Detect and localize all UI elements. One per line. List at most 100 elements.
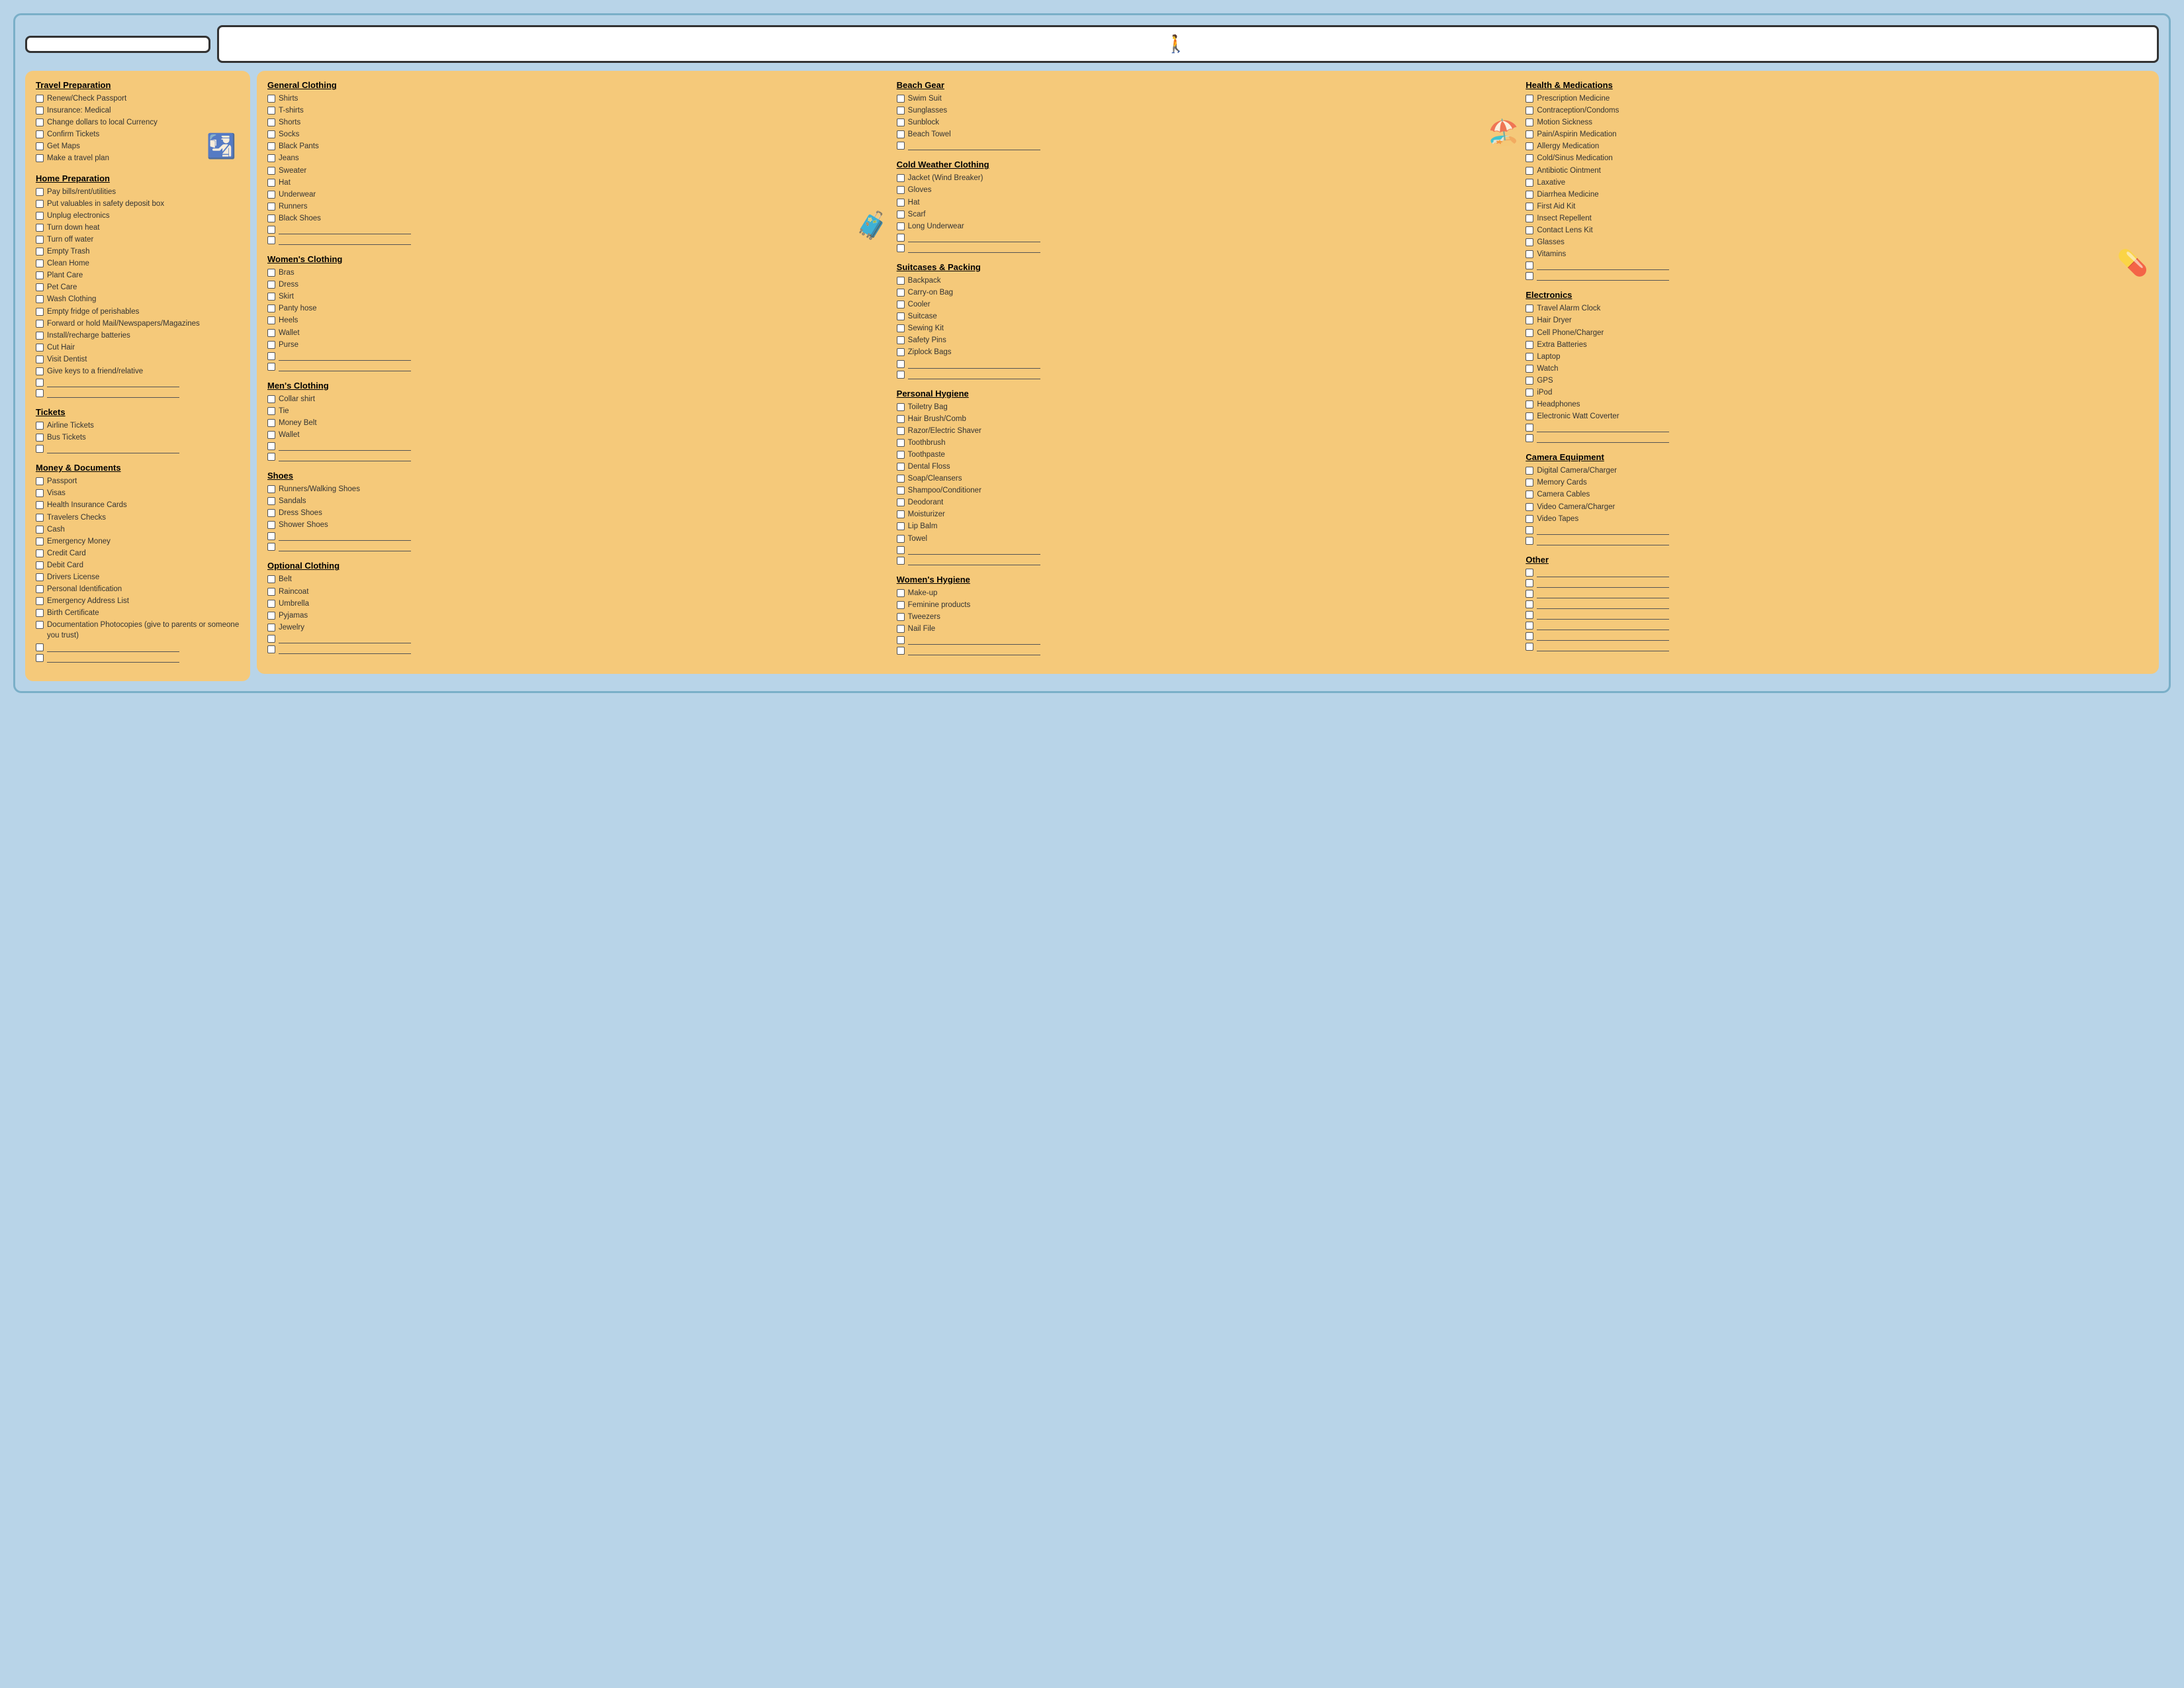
checkbox-womens-hygiene-2[interactable] [897,613,905,621]
checkbox-travel-prep-4[interactable] [36,142,44,150]
checkbox-general-clothing-5[interactable] [267,154,275,162]
checkbox-money-docs-12[interactable] [36,621,44,629]
checkbox-health-meds-5[interactable] [1525,154,1533,162]
checkbox-electronics-9[interactable] [1525,412,1533,420]
checkbox-money-docs-6[interactable] [36,549,44,557]
checkbox-blank-personal-hygiene-1[interactable] [897,557,905,565]
checkbox-camera-0[interactable] [1525,467,1533,475]
checkbox-money-docs-3[interactable] [36,514,44,522]
checkbox-camera-2[interactable] [1525,491,1533,498]
checkbox-personal-hygiene-4[interactable] [897,451,905,459]
checkbox-blank-suitcases-0[interactable] [897,360,905,368]
checkbox-electronics-5[interactable] [1525,365,1533,373]
checkbox-home-prep-2[interactable] [36,212,44,220]
checkbox-home-prep-10[interactable] [36,308,44,316]
checkbox-personal-hygiene-3[interactable] [897,439,905,447]
checkbox-optional-clothing-2[interactable] [267,600,275,608]
checkbox-womens-clothing-3[interactable] [267,305,275,312]
checkbox-blank-tickets-0[interactable] [36,445,44,453]
checkbox-electronics-7[interactable] [1525,389,1533,397]
checkbox-electronics-4[interactable] [1525,353,1533,361]
checkbox-home-prep-4[interactable] [36,236,44,244]
checkbox-general-clothing-10[interactable] [267,214,275,222]
checkbox-blank-other-6[interactable] [1525,632,1533,640]
checkbox-travel-prep-2[interactable] [36,118,44,126]
checkbox-home-prep-6[interactable] [36,259,44,267]
checkbox-travel-prep-0[interactable] [36,95,44,103]
checkbox-money-docs-10[interactable] [36,597,44,605]
checkbox-personal-hygiene-9[interactable] [897,510,905,518]
checkbox-suitcases-1[interactable] [897,289,905,297]
checkbox-personal-hygiene-2[interactable] [897,427,905,435]
checkbox-electronics-1[interactable] [1525,316,1533,324]
checkbox-health-meds-7[interactable] [1525,179,1533,187]
checkbox-money-docs-1[interactable] [36,489,44,497]
checkbox-shoes-2[interactable] [267,509,275,517]
checkbox-electronics-3[interactable] [1525,341,1533,349]
checkbox-health-meds-1[interactable] [1525,107,1533,115]
checkbox-suitcases-0[interactable] [897,277,905,285]
checkbox-suitcases-5[interactable] [897,336,905,344]
checkbox-health-meds-9[interactable] [1525,203,1533,211]
checkbox-blank-home-prep-0[interactable] [36,379,44,387]
checkbox-electronics-0[interactable] [1525,305,1533,312]
checkbox-beach-gear-3[interactable] [897,130,905,138]
checkbox-blank-other-0[interactable] [1525,569,1533,577]
checkbox-womens-clothing-2[interactable] [267,293,275,301]
checkbox-beach-gear-2[interactable] [897,118,905,126]
checkbox-general-clothing-2[interactable] [267,118,275,126]
checkbox-womens-hygiene-1[interactable] [897,601,905,609]
checkbox-home-prep-11[interactable] [36,320,44,328]
checkbox-optional-clothing-4[interactable] [267,624,275,632]
checkbox-suitcases-2[interactable] [897,301,905,308]
checkbox-camera-3[interactable] [1525,503,1533,511]
checkbox-personal-hygiene-0[interactable] [897,403,905,411]
checkbox-electronics-8[interactable] [1525,400,1533,408]
checkbox-health-meds-3[interactable] [1525,130,1533,138]
checkbox-blank-camera-1[interactable] [1525,537,1533,545]
checkbox-blank-general-clothing-1[interactable] [267,236,275,244]
checkbox-general-clothing-8[interactable] [267,191,275,199]
checkbox-cold-weather-1[interactable] [897,186,905,194]
checkbox-blank-other-1[interactable] [1525,579,1533,587]
checkbox-money-docs-5[interactable] [36,538,44,545]
checkbox-blank-shoes-1[interactable] [267,543,275,551]
checkbox-suitcases-3[interactable] [897,312,905,320]
checkbox-blank-other-7[interactable] [1525,643,1533,651]
checkbox-health-meds-6[interactable] [1525,167,1533,175]
checkbox-money-docs-7[interactable] [36,561,44,569]
checkbox-home-prep-14[interactable] [36,355,44,363]
checkbox-money-docs-8[interactable] [36,573,44,581]
checkbox-blank-shoes-0[interactable] [267,532,275,540]
checkbox-health-meds-12[interactable] [1525,238,1533,246]
checkbox-personal-hygiene-8[interactable] [897,498,905,506]
checkbox-money-docs-11[interactable] [36,609,44,617]
checkbox-general-clothing-0[interactable] [267,95,275,103]
checkbox-travel-prep-5[interactable] [36,154,44,162]
checkbox-optional-clothing-0[interactable] [267,575,275,583]
checkbox-health-meds-2[interactable] [1525,118,1533,126]
checkbox-blank-womens-clothing-0[interactable] [267,352,275,360]
checkbox-general-clothing-1[interactable] [267,107,275,115]
checkbox-blank-womens-clothing-1[interactable] [267,363,275,371]
checkbox-cold-weather-0[interactable] [897,174,905,182]
checkbox-blank-personal-hygiene-0[interactable] [897,546,905,554]
checkbox-home-prep-1[interactable] [36,200,44,208]
checkbox-general-clothing-9[interactable] [267,203,275,211]
checkbox-home-prep-9[interactable] [36,295,44,303]
checkbox-mens-clothing-1[interactable] [267,407,275,415]
checkbox-suitcases-4[interactable] [897,324,905,332]
checkbox-blank-health-meds-1[interactable] [1525,272,1533,280]
checkbox-shoes-0[interactable] [267,485,275,493]
checkbox-beach-gear-0[interactable] [897,95,905,103]
checkbox-personal-hygiene-6[interactable] [897,475,905,483]
checkbox-blank-womens-hygiene-0[interactable] [897,636,905,644]
checkbox-mens-clothing-2[interactable] [267,419,275,427]
checkbox-home-prep-12[interactable] [36,332,44,340]
checkbox-health-meds-11[interactable] [1525,226,1533,234]
checkbox-home-prep-7[interactable] [36,271,44,279]
checkbox-blank-other-4[interactable] [1525,611,1533,619]
checkbox-blank-home-prep-1[interactable] [36,389,44,397]
checkbox-blank-optional-clothing-1[interactable] [267,645,275,653]
checkbox-blank-beach-gear-0[interactable] [897,142,905,150]
